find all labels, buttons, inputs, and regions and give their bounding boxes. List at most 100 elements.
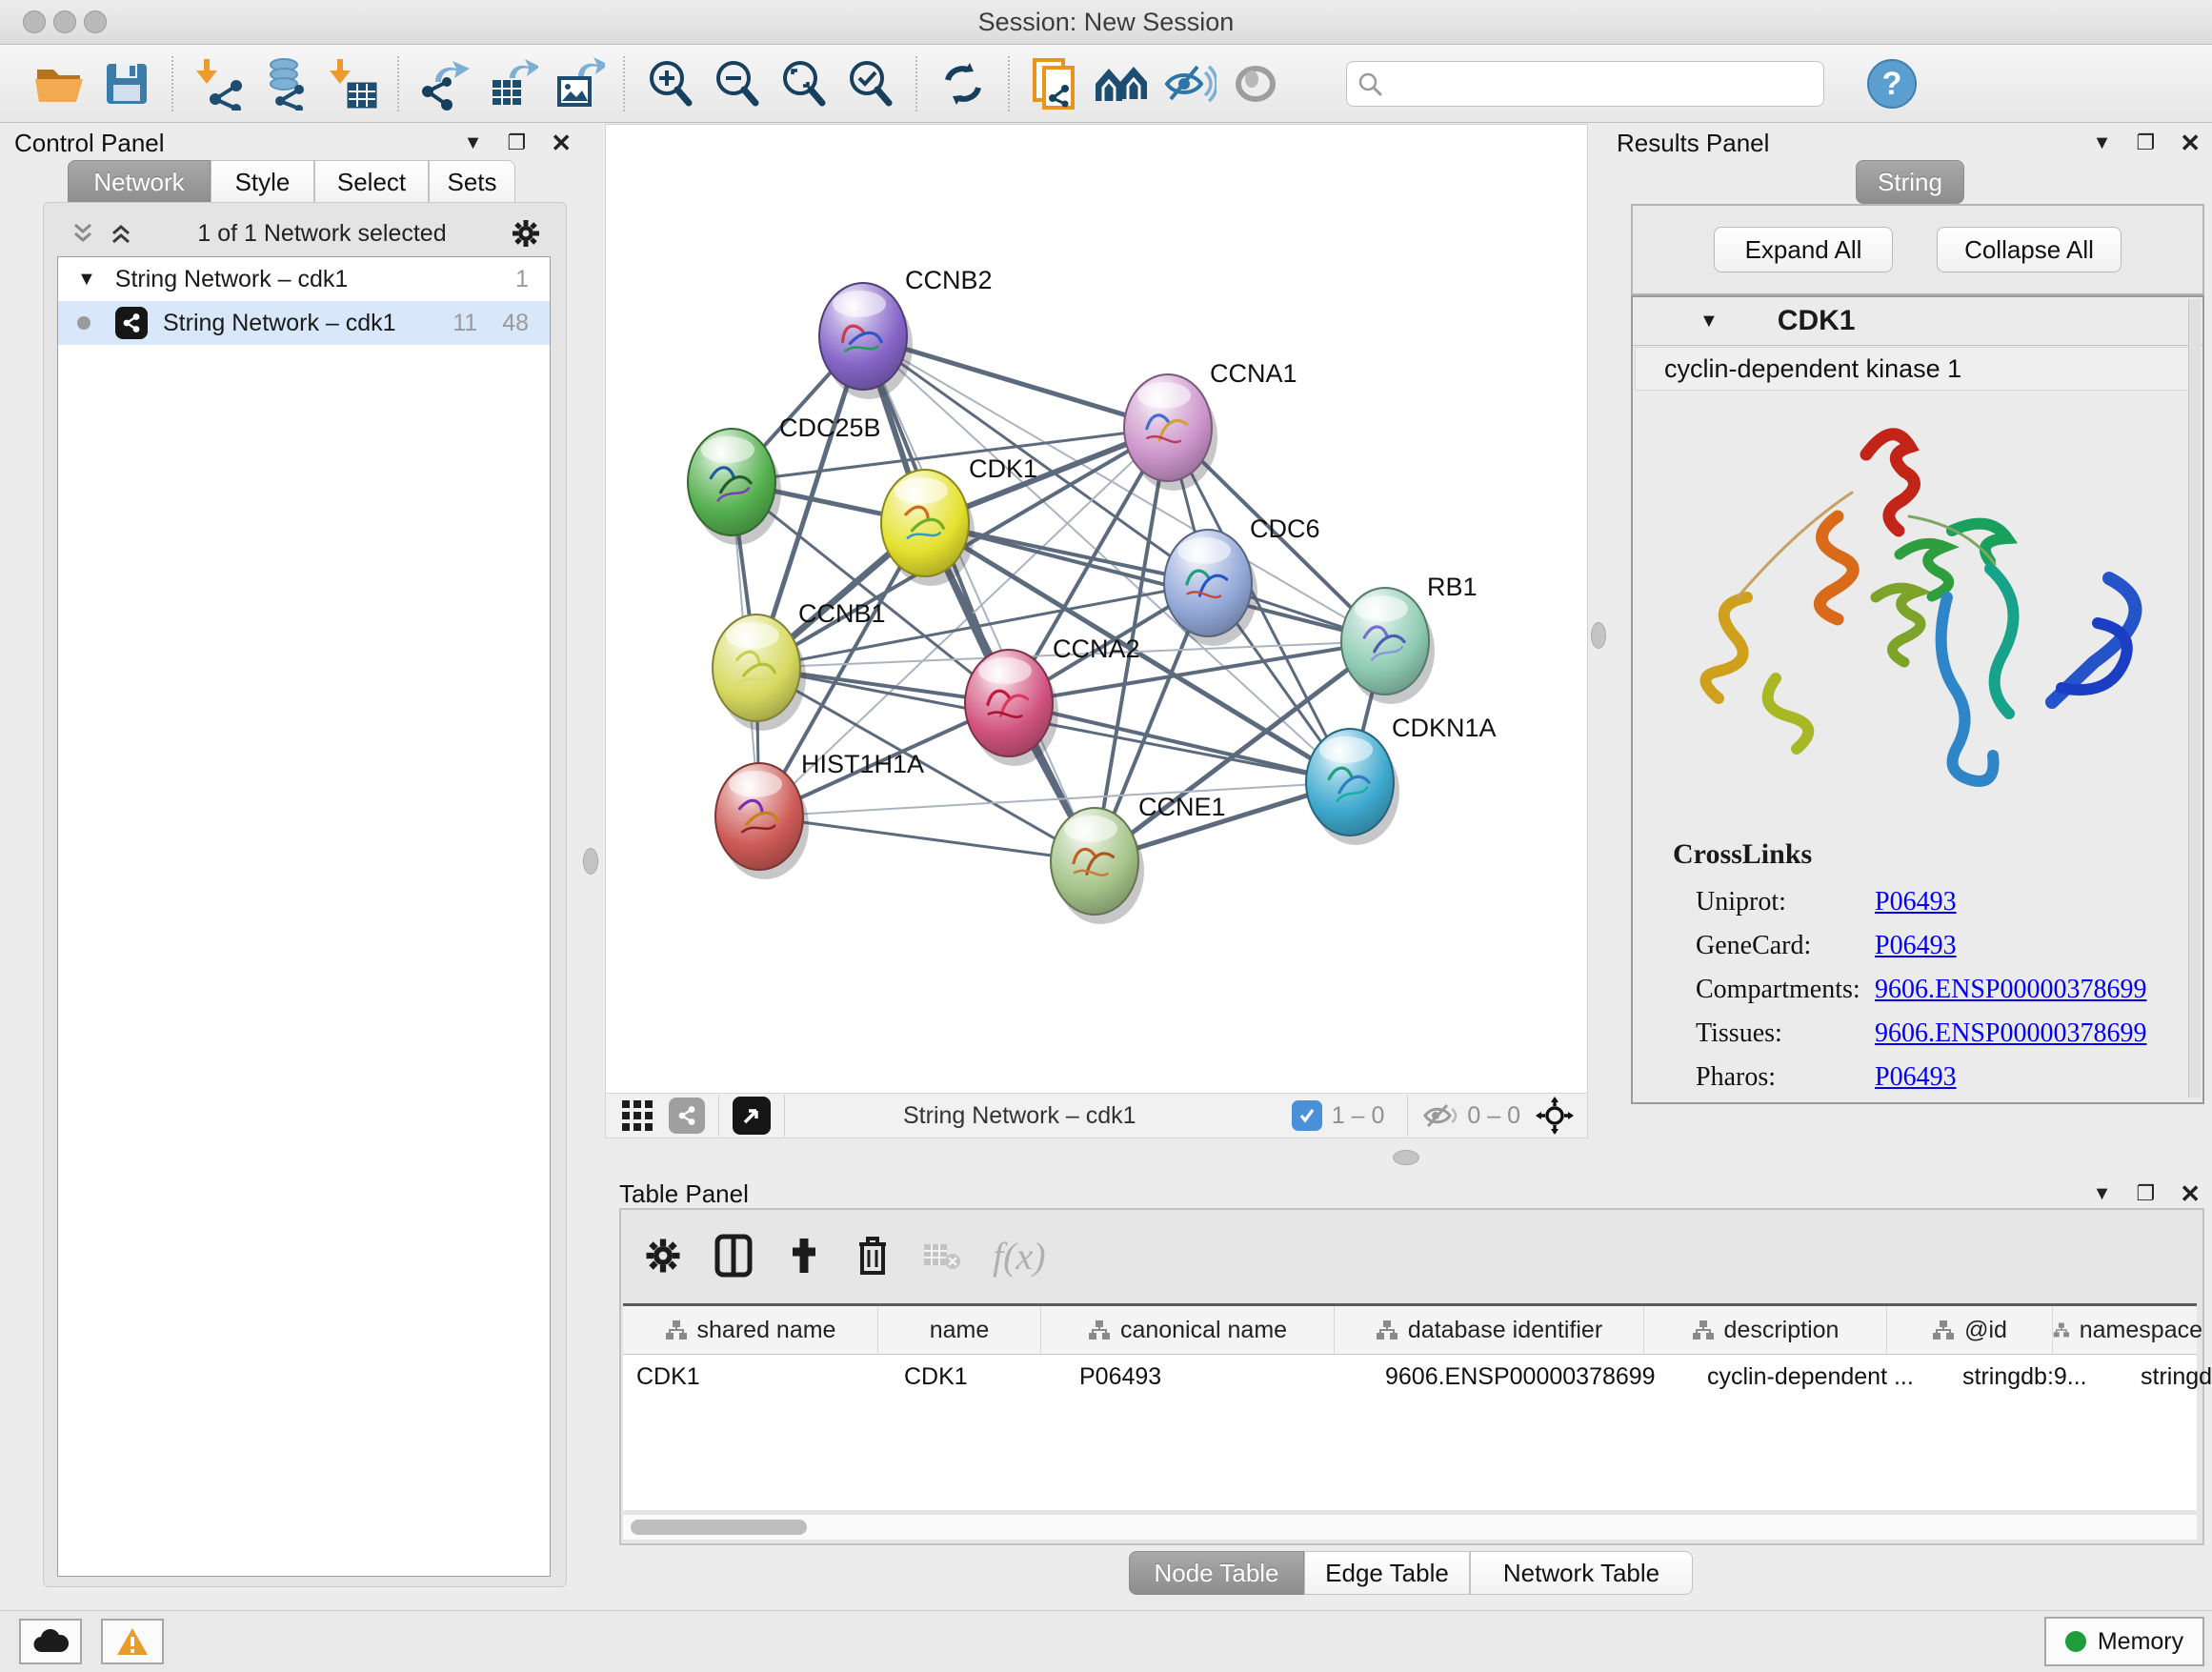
show-hide-button[interactable]	[1156, 55, 1222, 112]
node-label-CCNB2: CCNB2	[905, 266, 993, 294]
import-network-file-button[interactable]	[186, 55, 252, 112]
crosslink-link[interactable]: 9606.ENSP00000378699	[1875, 1018, 2146, 1049]
horizontal-splitter-handle[interactable]	[1393, 1150, 1419, 1165]
crosslink-link[interactable]: P06493	[1875, 931, 1957, 961]
table-panel-collapse-icon[interactable]: ▼	[2093, 1183, 2112, 1205]
disclosure-triangle-icon[interactable]: ▼	[77, 269, 96, 291]
grid-mode-icon[interactable]	[621, 1099, 654, 1132]
search-field[interactable]	[1346, 61, 1824, 107]
first-neighbors-button[interactable]	[1089, 55, 1156, 112]
delete-column-icon[interactable]	[855, 1235, 890, 1277]
save-session-button[interactable]	[93, 55, 160, 112]
warning-status-button[interactable]	[101, 1619, 164, 1664]
import-table-file-button[interactable]	[319, 55, 386, 112]
node-CDK1[interactable]: CDK1	[881, 454, 1037, 586]
import-network-database-button[interactable]	[252, 55, 319, 112]
node-CCNB2[interactable]: CCNB2	[819, 266, 993, 399]
open-session-button[interactable]	[27, 55, 93, 112]
expand-all-networks-icon[interactable]	[109, 221, 133, 246]
left-splitter-handle[interactable]	[583, 848, 598, 875]
disclosure-triangle-icon[interactable]: ▼	[1699, 311, 1719, 332]
edge-CCNA2-CDKN1A[interactable]	[1009, 703, 1350, 782]
table-gear-icon[interactable]	[644, 1237, 682, 1275]
table-panel-title: Table Panel	[619, 1179, 749, 1209]
expand-all-button[interactable]: Expand All	[1714, 227, 1893, 272]
tab-sets[interactable]: Sets	[429, 160, 515, 204]
table-row[interactable]: CDK1 CDK1 P06493 9606.ENSP00000378699 cy…	[623, 1355, 2197, 1399]
collapse-all-networks-icon[interactable]	[70, 221, 95, 246]
column-header-namespace[interactable]: namespace	[2053, 1306, 2202, 1354]
duplicate-network-button[interactable]	[1022, 55, 1089, 112]
node-CCNB1[interactable]: CCNB1	[713, 599, 886, 731]
selected-checkbox-icon[interactable]	[1292, 1100, 1322, 1131]
node-HIST1H1A[interactable]: HIST1H1A	[715, 750, 924, 879]
export-table-icon	[485, 57, 538, 111]
cloud-status-button[interactable]	[19, 1619, 82, 1664]
table-panel-float-icon[interactable]: ❐	[2136, 1181, 2155, 1206]
toolbar-separator	[915, 56, 918, 111]
tab-string[interactable]: String	[1856, 160, 1964, 204]
control-panel-collapse-icon[interactable]: ▼	[464, 132, 483, 154]
network-graph[interactable]: CCNB2CCNA1CDC25BCDK1CDC6RB1CCNB1CCNA2CDK…	[606, 125, 1587, 1093]
node-CDKN1A[interactable]: CDKN1A	[1306, 714, 1497, 845]
export-table-button[interactable]	[478, 55, 545, 112]
scrollbar-thumb[interactable]	[631, 1520, 807, 1535]
crosslink-link[interactable]: P06493	[1875, 1062, 1957, 1093]
column-header-shared-name[interactable]: shared name	[623, 1306, 878, 1354]
zoom-in-button[interactable]	[637, 55, 704, 112]
birdseye-view-icon[interactable]	[733, 1097, 771, 1135]
column-header-id[interactable]: @id	[1887, 1306, 2053, 1354]
zoom-selected-button[interactable]	[837, 55, 904, 112]
column-header-canonical-name[interactable]: canonical name	[1041, 1306, 1335, 1354]
network-row[interactable]: String Network – cdk1 11 48	[58, 301, 550, 345]
memory-button[interactable]: Memory	[2044, 1617, 2204, 1666]
collapse-all-button[interactable]: Collapse All	[1937, 227, 2122, 272]
function-builder-icon: f(x)	[993, 1234, 1046, 1279]
table-horizontal-scrollbar[interactable]	[623, 1514, 2197, 1540]
network-collection-row[interactable]: ▼ String Network – cdk1 1	[58, 257, 550, 301]
control-panel-close-icon[interactable]: ✕	[551, 129, 572, 158]
results-panel-close-icon[interactable]: ✕	[2180, 129, 2201, 158]
tab-network-table[interactable]: Network Table	[1470, 1551, 1693, 1595]
crosslink-link[interactable]: P06493	[1875, 887, 1957, 917]
results-panel-float-icon[interactable]: ❐	[2136, 131, 2155, 155]
network-badge-icon[interactable]	[669, 1098, 705, 1134]
tab-edge-table[interactable]: Edge Table	[1304, 1551, 1470, 1595]
network-canvas[interactable]: CCNB2CCNA1CDC25BCDK1CDC6RB1CCNB1CCNA2CDK…	[605, 124, 1588, 1094]
protein-card-header[interactable]: ▼ CDK1	[1633, 297, 2202, 346]
search-input[interactable]	[1383, 70, 1814, 98]
export-network-button[interactable]	[412, 55, 478, 112]
tab-style[interactable]: Style	[211, 160, 314, 204]
zoom-fit-button[interactable]	[771, 55, 837, 112]
node-CDC6[interactable]: CDC6	[1164, 514, 1320, 646]
tab-select[interactable]: Select	[314, 160, 429, 204]
zoom-out-button[interactable]	[704, 55, 771, 112]
control-panel-float-icon[interactable]: ❐	[507, 131, 526, 155]
column-header-description[interactable]: description	[1644, 1306, 1887, 1354]
edge-CCNB2-CCNE1[interactable]	[863, 336, 1095, 861]
protein-name: CDK1	[1778, 305, 1856, 337]
tab-node-table[interactable]: Node Table	[1129, 1551, 1304, 1595]
node-CCNE1[interactable]: CCNE1	[1051, 793, 1226, 924]
add-column-icon[interactable]	[785, 1237, 823, 1275]
tab-network[interactable]: Network	[68, 160, 211, 204]
column-header-name[interactable]: name	[878, 1306, 1041, 1354]
edge-HIST1H1A-CCNE1[interactable]	[759, 816, 1095, 861]
open-folder-icon	[33, 60, 87, 108]
export-image-button[interactable]	[545, 55, 612, 112]
show-columns-icon[interactable]	[714, 1234, 753, 1278]
node-RB1[interactable]: RB1	[1341, 573, 1478, 704]
table-panel-close-icon[interactable]: ✕	[2180, 1179, 2201, 1209]
toolbar-separator	[784, 1095, 785, 1137]
pan-crosshair-icon[interactable]	[1536, 1097, 1574, 1135]
network-options-gear-icon[interactable]	[511, 218, 541, 249]
right-splitter-handle[interactable]	[1591, 622, 1606, 649]
refresh-button[interactable]	[930, 55, 996, 112]
results-panel-collapse-icon[interactable]: ▼	[2093, 132, 2112, 154]
help-button[interactable]: ?	[1859, 55, 1925, 112]
hidden-eye-slash-icon[interactable]	[1421, 1101, 1458, 1130]
results-scrollbar[interactable]	[2188, 299, 2201, 1098]
column-header-database-identifier[interactable]: database identifier	[1335, 1306, 1644, 1354]
inactive-eye-button[interactable]	[1222, 55, 1289, 112]
crosslink-link[interactable]: 9606.ENSP00000378699	[1875, 975, 2146, 1005]
